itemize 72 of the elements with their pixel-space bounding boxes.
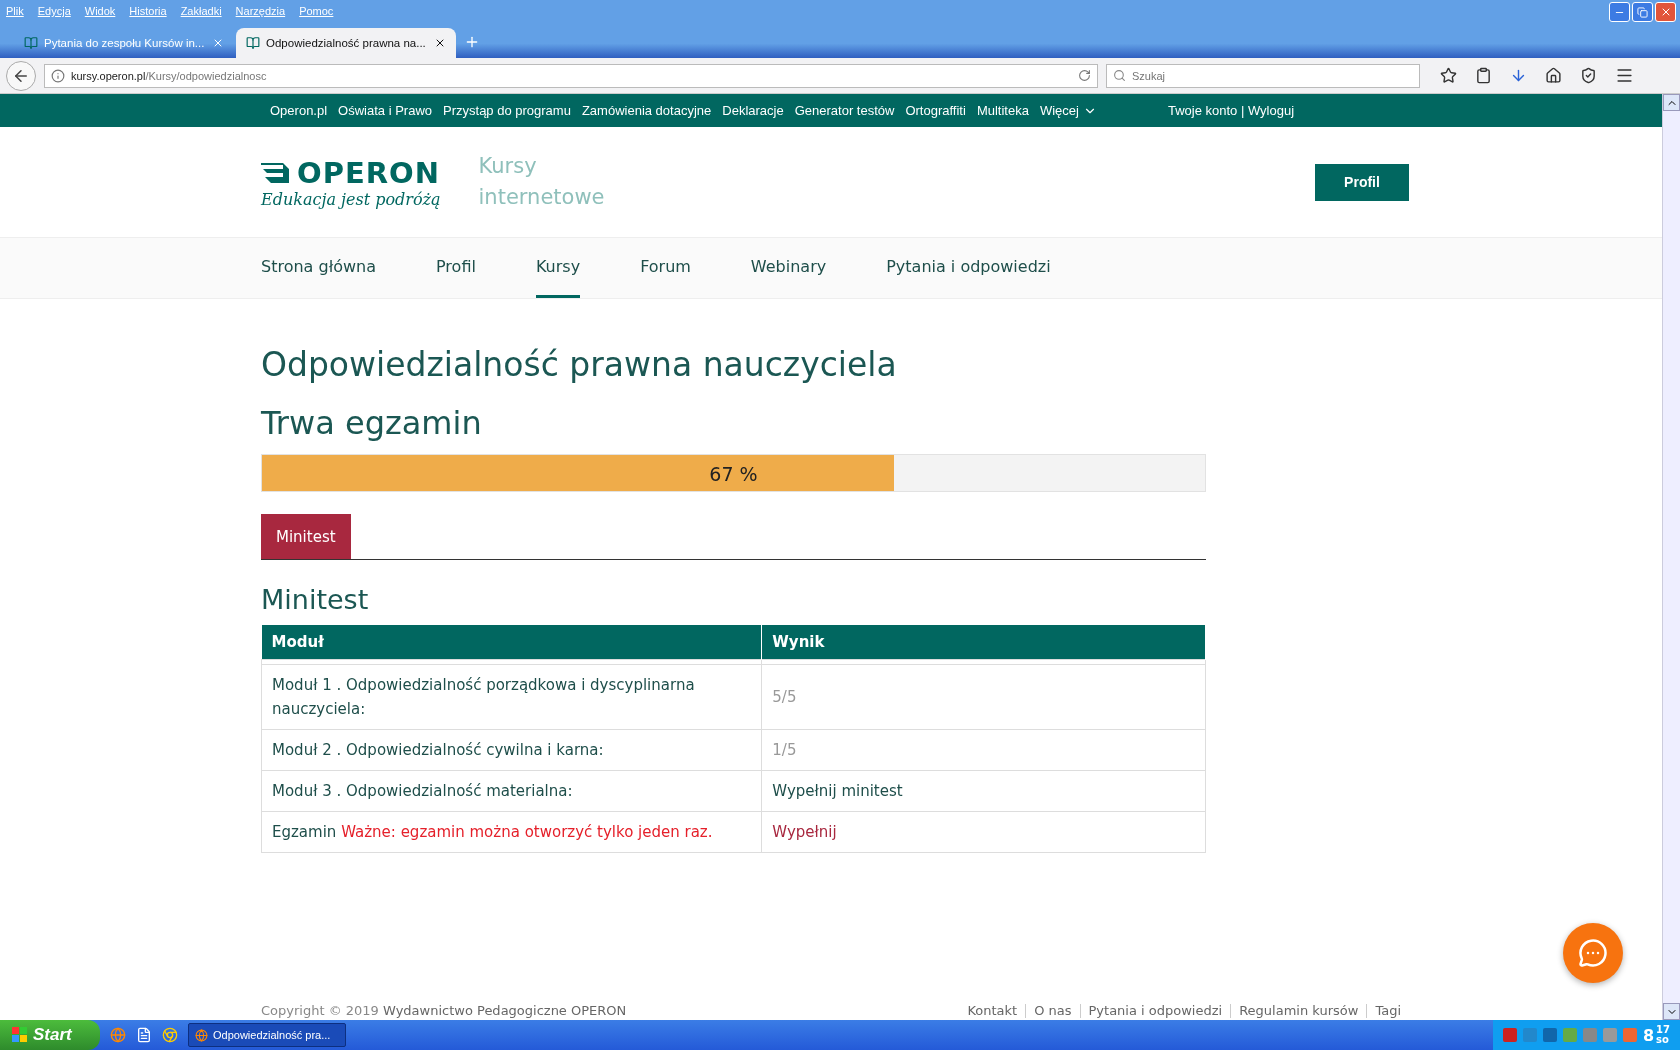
top-nav-link[interactable]: Przystąp do programu — [443, 103, 571, 118]
top-nav-link[interactable]: Ortograffiti — [905, 103, 966, 118]
restore-button[interactable] — [1632, 2, 1653, 22]
slogan-text: Edukacja jest podróżą — [261, 189, 441, 209]
course-title: Odpowiedzialność prawna nauczyciela — [261, 345, 898, 384]
download-icon[interactable] — [1510, 67, 1527, 84]
top-nav-link[interactable]: Deklaracje — [722, 103, 784, 118]
column-header: Wynik — [761, 625, 1206, 660]
address-field[interactable]: kursy.operon.pl/Kursy/odpowiedzialnosc — [44, 63, 1098, 88]
main-nav-item[interactable]: Forum — [640, 238, 691, 298]
close-icon[interactable] — [434, 37, 446, 49]
menu-icon[interactable] — [1615, 66, 1634, 85]
fill-link[interactable]: Wypełnij — [772, 823, 837, 841]
footer-link[interactable]: Regulamin kursów — [1239, 1003, 1359, 1018]
windows-flag-icon[interactable] — [12, 1027, 28, 1043]
tray-icon[interactable] — [1542, 1028, 1557, 1042]
taskbar-window[interactable]: Odpowiedzialność pra... — [188, 1023, 346, 1047]
reload-icon[interactable] — [1078, 69, 1091, 82]
top-nav-link[interactable]: Więcej — [1039, 103, 1097, 118]
main-nav-item[interactable]: Profil — [436, 238, 476, 298]
chrome-icon[interactable] — [162, 1027, 178, 1043]
main-nav-item[interactable]: Webinary — [750, 238, 827, 298]
footer-link[interactable]: Pytania i odpowiedzi — [1088, 1003, 1223, 1018]
document-icon[interactable] — [136, 1027, 152, 1043]
top-nav-link[interactable]: Operon.pl — [270, 103, 328, 118]
top-nav-link[interactable]: Generator testów — [794, 103, 895, 118]
fill-link[interactable]: Wypełnij minitest — [772, 782, 903, 800]
top-nav-link[interactable]: Zamówienia dotacyjne — [581, 103, 712, 118]
new-tab-icon[interactable] — [464, 34, 480, 50]
chat-icon[interactable] — [1578, 938, 1608, 968]
home-icon[interactable] — [1545, 67, 1562, 84]
clipboard-icon[interactable] — [1475, 67, 1492, 84]
module-cell: Moduł 1 . Odpowiedzialność porządkowa i dyscyplinarna nauczyciela: — [261, 664, 762, 730]
profile-button[interactable]: Profil — [1315, 163, 1409, 201]
browser-tab[interactable]: Odpowiedzialność prawna na... — [236, 28, 456, 58]
info-icon[interactable] — [51, 68, 65, 83]
back-button[interactable] — [6, 60, 36, 91]
top-nav-link[interactable]: Multiteka — [976, 103, 1029, 118]
score-text: 1/5 — [772, 741, 797, 759]
footer-link[interactable]: O nas — [1034, 1003, 1072, 1018]
column-header: Moduł — [261, 625, 762, 660]
main-nav-item[interactable]: Strona główna — [261, 238, 376, 298]
exam-status: Trwa egzamin — [261, 404, 483, 442]
progress-label: 67 % — [708, 463, 759, 485]
book-icon — [24, 36, 38, 50]
search-box[interactable]: Szukaj — [1106, 63, 1420, 88]
tray-icon[interactable] — [1502, 1028, 1517, 1042]
module-cell: Moduł 2 . Odpowiedzialność cywilna i karna: — [261, 729, 762, 771]
main-nav-item[interactable]: Pytania i odpowiedzi — [886, 238, 1051, 298]
section-title: Minitest — [261, 584, 370, 615]
account-link[interactable]: Twoje konto | Wyloguj — [1167, 103, 1295, 118]
score-text: 5/5 — [772, 688, 797, 706]
browser-icon[interactable] — [195, 1028, 208, 1042]
top-nav-link[interactable]: Oświata i Prawo — [338, 103, 432, 118]
shield-icon[interactable] — [1580, 67, 1597, 84]
section-tab[interactable]: Minitest — [261, 514, 351, 559]
logo-text: OPERON — [297, 155, 440, 190]
star-icon[interactable] — [1440, 67, 1457, 84]
main-nav-item[interactable]: Kursy — [535, 238, 581, 298]
chat-button[interactable] — [1563, 923, 1623, 983]
footer-link[interactable]: Tagi — [1375, 1003, 1401, 1018]
browser-icon[interactable] — [110, 1027, 126, 1043]
site-subtitle: Kursy internetowe — [478, 153, 606, 211]
minimize-button[interactable] — [1609, 2, 1630, 22]
restore-icon[interactable] — [1637, 6, 1648, 18]
module-cell: Moduł 3 . Odpowiedzialność materialna: — [261, 770, 762, 812]
module-cell: Egzamin Ważne: egzamin można otworzyć tylko jeden raz. — [261, 811, 762, 853]
copyright-text: Copyright © 2019 Wydawnictwo Pedagogiczne OPERON — [261, 1003, 627, 1018]
search-icon[interactable] — [1113, 69, 1126, 82]
book-icon — [246, 36, 260, 50]
publisher-link[interactable]: Wydawnictwo Pedagogiczne OPERON — [383, 1003, 627, 1018]
footer-link[interactable]: Kontakt — [967, 1003, 1018, 1018]
